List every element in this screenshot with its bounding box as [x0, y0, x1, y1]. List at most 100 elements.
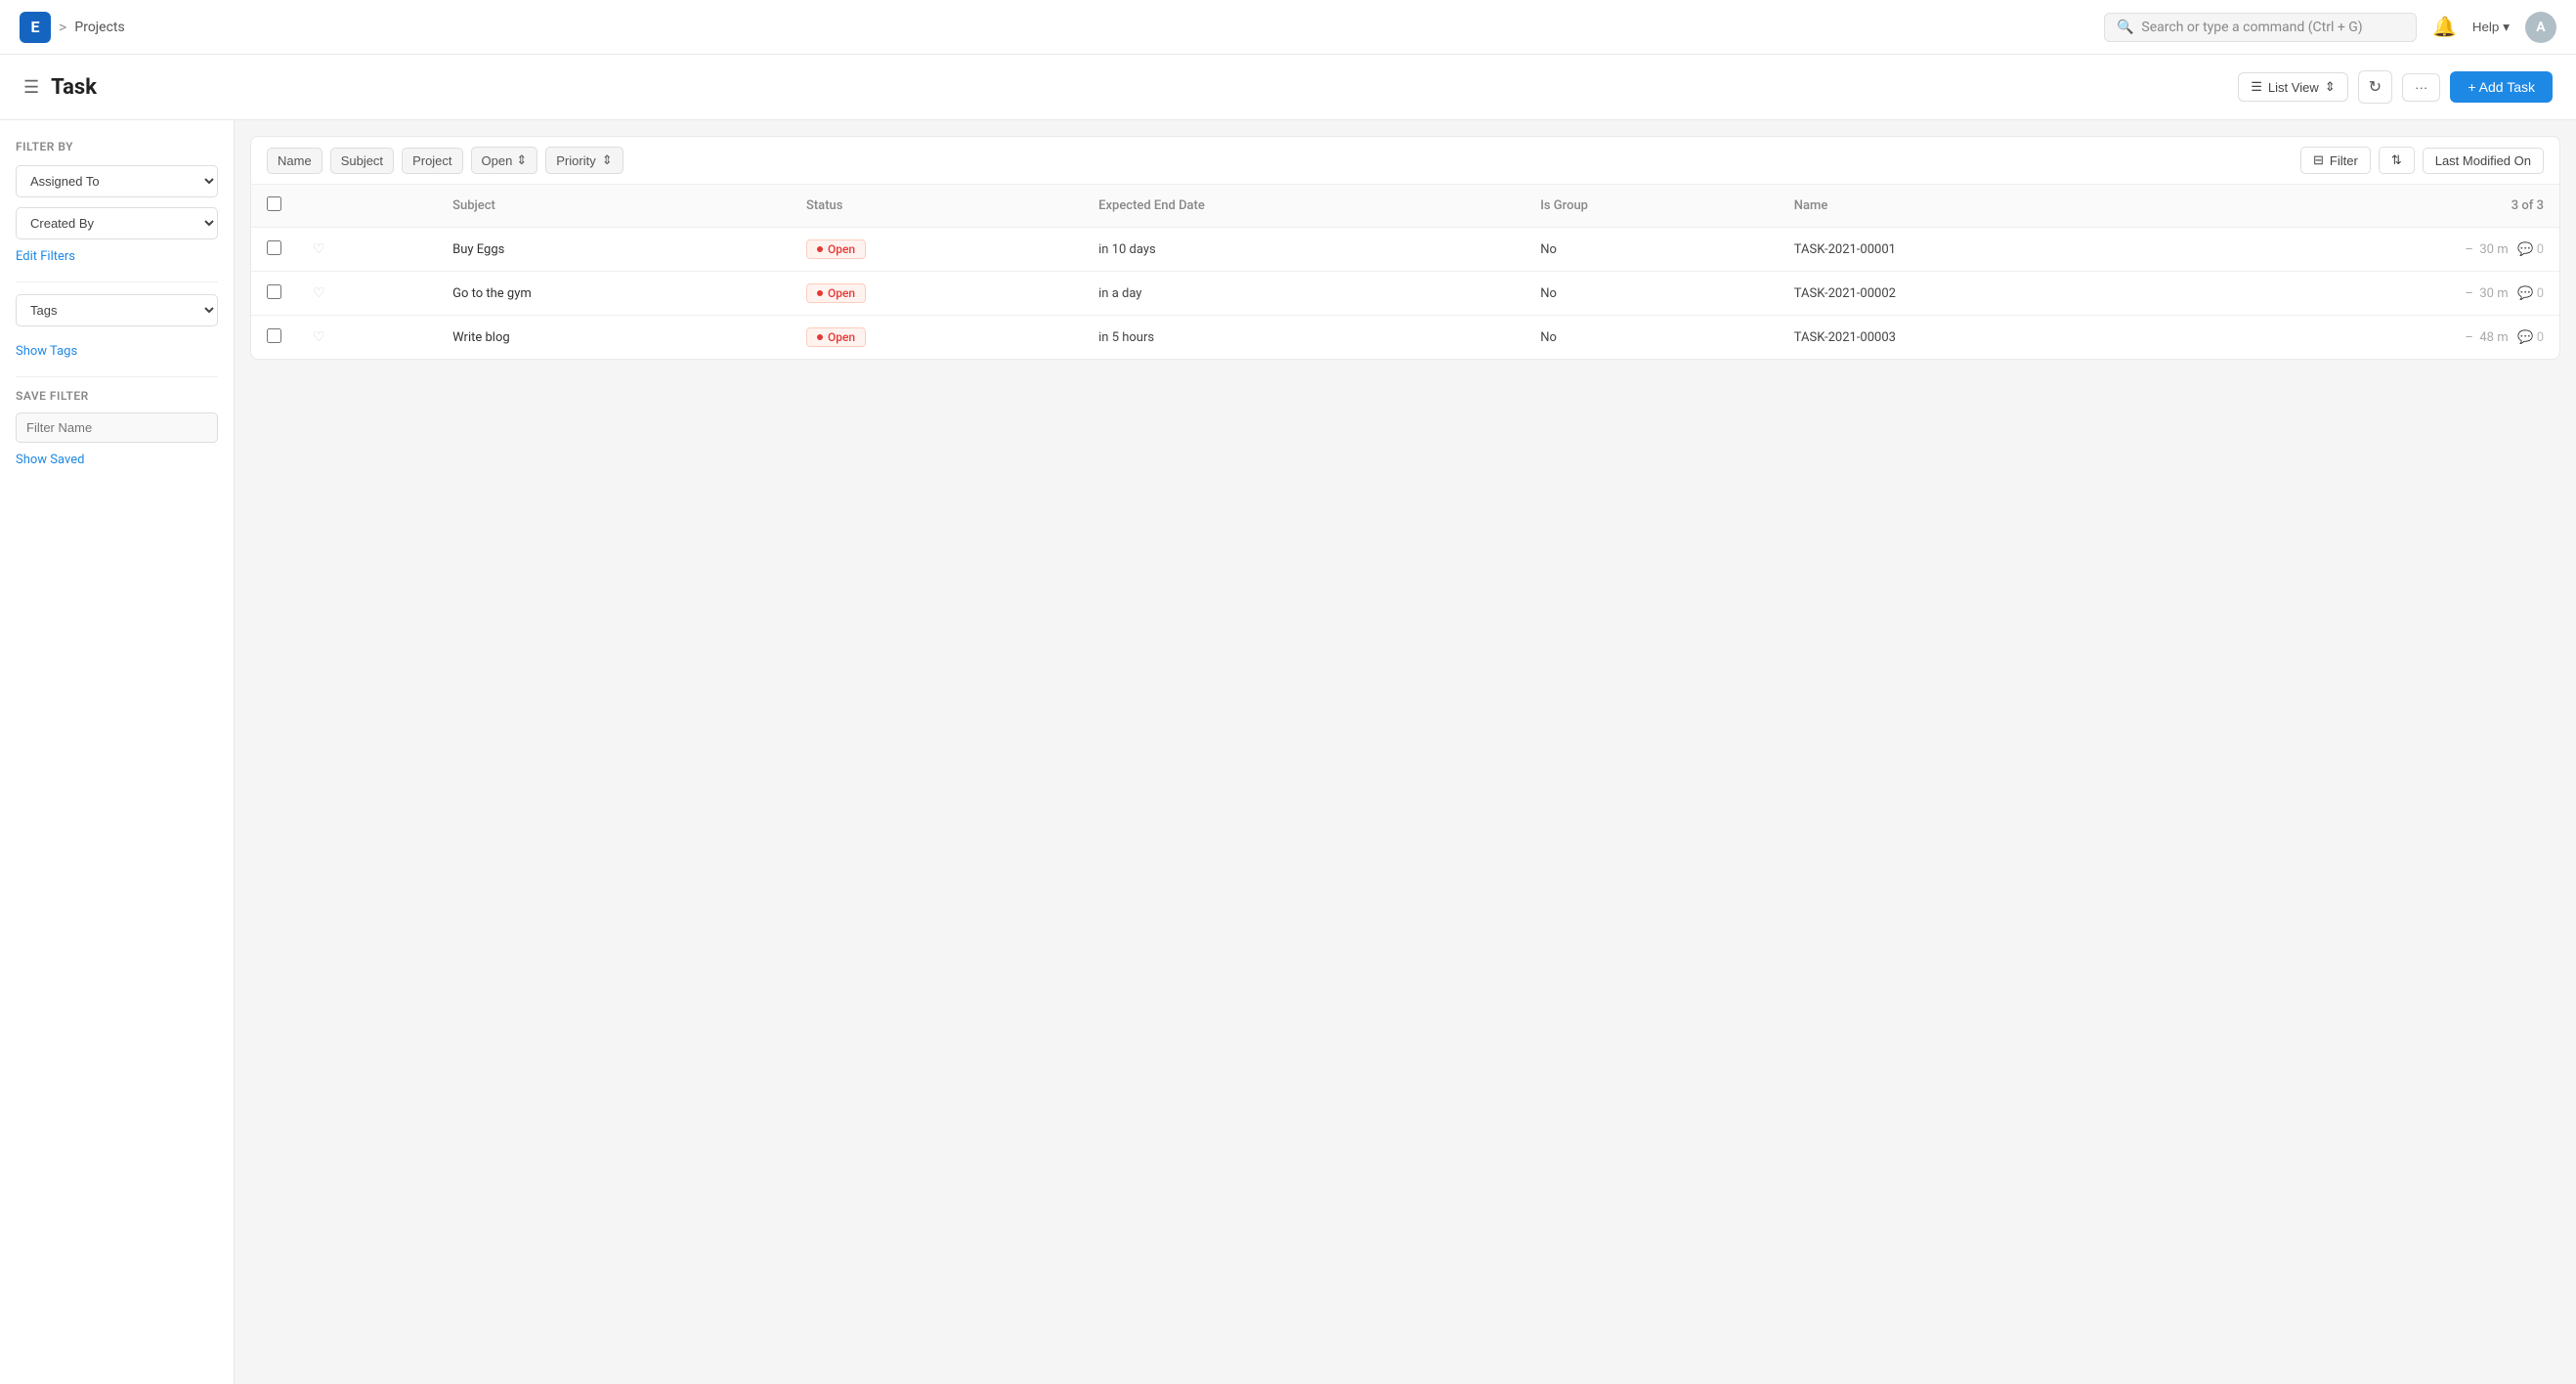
status-badge: Open [806, 239, 866, 259]
edit-filters-link[interactable]: Edit Filters [16, 249, 218, 264]
menu-icon[interactable]: ☰ [23, 77, 39, 98]
search-icon: 🔍 [2117, 20, 2133, 35]
page: ☰ Task ☰ List View ⇕ ↻ ··· + Add Task Fi… [0, 55, 2576, 1384]
status-dot [817, 246, 823, 252]
row-heart-cell: ♡ [297, 228, 437, 272]
refresh-button[interactable]: ↻ [2358, 70, 2392, 104]
th-name: Name [1779, 185, 2206, 228]
show-saved-link[interactable]: Show Saved [16, 453, 218, 467]
subject-filter-chip[interactable]: Subject [330, 148, 394, 174]
list-view-label: List View [2268, 80, 2319, 95]
filter-icon: ⊟ [2313, 152, 2324, 168]
row-checkbox-0[interactable] [267, 240, 281, 255]
notification-button[interactable]: 🔔 [2432, 15, 2457, 39]
list-view-button[interactable]: ☰ List View ⇕ [2238, 72, 2347, 102]
heart-icon[interactable]: ♡ [313, 329, 325, 345]
filter-label: Filter [2330, 153, 2358, 168]
time-value: – 30 m [2465, 286, 2508, 301]
row-heart-cell: ♡ [297, 272, 437, 316]
status-label: Open [828, 286, 855, 300]
task-subject: Buy Eggs [452, 242, 504, 257]
row-end-date-cell: in 5 hours [1083, 316, 1524, 360]
page-title-area: ☰ Task [23, 75, 97, 100]
main-content: Filter By Assigned To Created By Edit Fi… [0, 120, 2576, 1384]
row-checkbox-cell [251, 316, 297, 360]
comment-icon[interactable]: 💬 0 [2517, 286, 2544, 301]
priority-chip-label: Priority [556, 153, 595, 168]
row-name-cell: TASK-2021-00003 [1779, 316, 2206, 360]
task-subject: Go to the gym [452, 286, 532, 301]
row-is-group-cell: No [1524, 272, 1779, 316]
row-checkbox-cell [251, 228, 297, 272]
row-checkbox-cell [251, 272, 297, 316]
row-name-cell: TASK-2021-00001 [1779, 228, 2206, 272]
assigned-to-filter[interactable]: Assigned To [16, 165, 218, 197]
table-header-row: Subject Status Expected End Date Is Grou… [251, 185, 2559, 228]
status-badge: Open [806, 283, 866, 303]
filter-by-label: Filter By [16, 140, 218, 153]
heart-icon[interactable]: ♡ [313, 241, 325, 257]
status-filter-chip[interactable]: Open ⇕ [471, 147, 538, 174]
tags-filter[interactable]: Tags [16, 294, 218, 326]
filter-bar: Name Subject Project Open ⇕ Priority ⇕ ⊟… [251, 137, 2559, 185]
row-end-date-cell: in 10 days [1083, 228, 1524, 272]
th-checkbox [251, 185, 297, 228]
th-is-group: Is Group [1524, 185, 1779, 228]
nav-right: 🔍 Search or type a command (Ctrl + G) 🔔 … [2104, 12, 2556, 43]
table-area: Name Subject Project Open ⇕ Priority ⇕ ⊟… [235, 120, 2576, 1384]
row-subject-cell[interactable]: Buy Eggs [437, 228, 791, 272]
row-name-cell: TASK-2021-00002 [1779, 272, 2206, 316]
app-icon[interactable]: E [20, 12, 51, 43]
avatar[interactable]: A [2525, 12, 2556, 43]
table-container: Name Subject Project Open ⇕ Priority ⇕ ⊟… [250, 136, 2560, 360]
comment-icon[interactable]: 💬 0 [2517, 242, 2544, 257]
status-dot [817, 334, 823, 340]
save-filter-label: Save Filter [16, 389, 218, 403]
status-label: Open [828, 242, 855, 256]
heart-icon[interactable]: ♡ [313, 285, 325, 301]
help-button[interactable]: Help ▾ [2472, 20, 2510, 35]
header-actions: ☰ List View ⇕ ↻ ··· + Add Task [2238, 70, 2553, 104]
search-bar[interactable]: 🔍 Search or type a command (Ctrl + G) [2104, 13, 2417, 42]
breadcrumb[interactable]: Projects [74, 20, 124, 35]
breadcrumb-separator: > [59, 18, 66, 36]
status-chip-label: Open [482, 153, 513, 168]
task-subject: Write blog [452, 330, 510, 345]
sort-button[interactable]: ⇅ [2379, 147, 2415, 174]
time-value: – 48 m [2465, 330, 2508, 345]
divider2 [16, 376, 218, 377]
sidebar: Filter By Assigned To Created By Edit Fi… [0, 120, 235, 1384]
th-expected-end-date: Expected End Date [1083, 185, 1524, 228]
status-chip-arrow: ⇕ [516, 152, 527, 168]
name-filter-chip[interactable]: Name [267, 148, 322, 174]
row-subject-cell[interactable]: Write blog [437, 316, 791, 360]
divider [16, 281, 218, 282]
last-modified-button[interactable]: Last Modified On [2423, 148, 2544, 174]
tasks-table: Subject Status Expected End Date Is Grou… [251, 185, 2559, 359]
th-heart [297, 185, 437, 228]
comment-icon[interactable]: 💬 0 [2517, 330, 2544, 345]
show-tags-link[interactable]: Show Tags [16, 344, 218, 359]
list-view-icon: ☰ [2251, 79, 2262, 95]
select-all-checkbox[interactable] [267, 196, 281, 211]
row-end-date-cell: in a day [1083, 272, 1524, 316]
list-view-chevron-icon: ⇕ [2325, 79, 2336, 95]
created-by-filter[interactable]: Created By [16, 207, 218, 239]
project-filter-chip[interactable]: Project [402, 148, 462, 174]
row-checkbox-2[interactable] [267, 328, 281, 343]
filter-name-input[interactable] [16, 412, 218, 443]
more-button[interactable]: ··· [2402, 73, 2440, 102]
row-status-cell: Open [791, 316, 1083, 360]
row-meta-cell: – 48 m 💬 0 [2206, 316, 2559, 360]
filter-button[interactable]: ⊟ Filter [2300, 147, 2371, 174]
nav-left: E > Projects [20, 12, 125, 43]
th-row-count: 3 of 3 [2206, 185, 2559, 228]
priority-chip-arrow: ⇕ [602, 152, 613, 168]
row-subject-cell[interactable]: Go to the gym [437, 272, 791, 316]
search-placeholder: Search or type a command (Ctrl + G) [2141, 20, 2362, 35]
row-status-cell: Open [791, 228, 1083, 272]
priority-filter-chip[interactable]: Priority ⇕ [545, 147, 623, 174]
add-task-button[interactable]: + Add Task [2450, 71, 2553, 103]
row-checkbox-1[interactable] [267, 284, 281, 299]
status-dot [817, 290, 823, 296]
